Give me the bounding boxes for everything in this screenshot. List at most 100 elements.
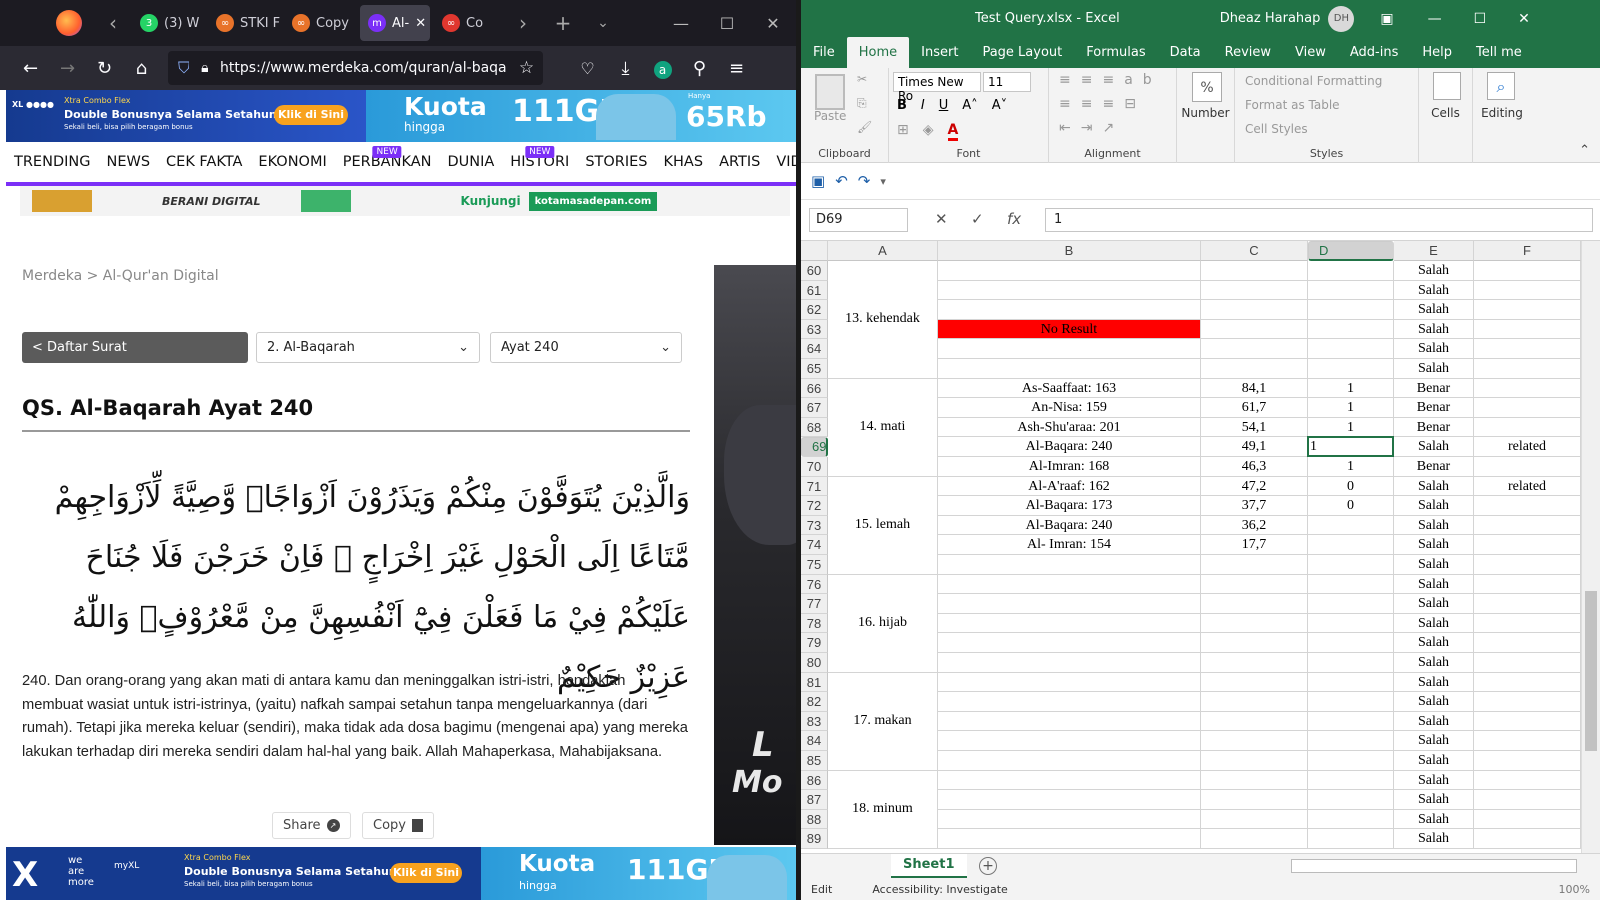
cell-c[interactable]: [1201, 692, 1308, 712]
cell-b[interactable]: [938, 790, 1201, 810]
url-bar[interactable]: ⛉ 🔒︎ https://www.merdeka.com/quran/al-ba…: [168, 51, 543, 85]
ribbon-tab[interactable]: Add-ins: [1338, 37, 1410, 68]
cell-b[interactable]: Al-Baqara: 240: [938, 515, 1201, 536]
merged-cell-a[interactable]: 17. makan: [828, 672, 938, 771]
save-icon[interactable]: ▣: [811, 172, 825, 190]
row-header[interactable]: 75: [801, 555, 828, 575]
cell-e[interactable]: Salah: [1394, 261, 1474, 281]
list-tabs-icon[interactable]: ⌄: [590, 15, 616, 31]
editing-label[interactable]: Editing: [1473, 106, 1531, 120]
row-header[interactable]: 66: [801, 378, 828, 399]
row-header[interactable]: 62: [801, 300, 828, 320]
fill-color-icon[interactable]: ◈: [923, 122, 934, 141]
side-ad-image[interactable]: L Mo: [714, 265, 796, 845]
collapse-ribbon-icon[interactable]: ⌃: [1579, 143, 1590, 158]
close-tab-icon[interactable]: ✕: [415, 16, 426, 31]
formula-input[interactable]: 1: [1045, 208, 1593, 232]
cell-b[interactable]: Al-Imran: 168: [938, 457, 1201, 477]
accessibility-status[interactable]: Accessibility: Investigate: [872, 883, 1008, 896]
ad-klik-button[interactable]: Klik di Sini: [274, 105, 348, 125]
conditional-formatting-button[interactable]: Conditional Formatting: [1245, 74, 1382, 88]
cell-e[interactable]: Salah: [1394, 790, 1474, 810]
cell-f[interactable]: [1474, 731, 1581, 751]
cell-c[interactable]: [1201, 829, 1308, 849]
cell-c[interactable]: [1201, 770, 1308, 791]
cell-c[interactable]: 37,7: [1201, 496, 1308, 516]
cell-f[interactable]: [1474, 339, 1581, 359]
font-color-icon[interactable]: A: [947, 122, 959, 141]
cell-b[interactable]: [938, 300, 1201, 320]
maximize-icon[interactable]: ☐: [704, 14, 750, 33]
minimize-icon[interactable]: —: [1428, 11, 1442, 27]
paste-label[interactable]: Paste: [814, 109, 846, 123]
close-window-icon[interactable]: ✕: [750, 14, 796, 33]
cell-f[interactable]: [1474, 319, 1581, 340]
shrink-font-icon[interactable]: A˅: [992, 98, 1007, 113]
sheet-tab[interactable]: Sheet1: [891, 854, 967, 878]
row-header[interactable]: 76: [801, 574, 828, 595]
close-window-icon[interactable]: ✕: [1518, 11, 1530, 27]
row-header[interactable]: 89: [801, 829, 828, 849]
maximize-icon[interactable]: ☐: [1474, 11, 1487, 27]
extension-a-icon[interactable]: a: [644, 58, 681, 79]
back-icon[interactable]: ←: [12, 58, 49, 79]
enter-formula-icon[interactable]: ✓: [971, 210, 984, 228]
cell-e[interactable]: Salah: [1394, 711, 1474, 732]
cell-e[interactable]: Salah: [1394, 515, 1474, 536]
cell-d[interactable]: [1308, 280, 1394, 301]
row-header[interactable]: 67: [801, 398, 828, 418]
cell-e[interactable]: Salah: [1394, 594, 1474, 614]
grow-font-icon[interactable]: A˄: [962, 98, 977, 113]
add-sheet-icon[interactable]: +: [979, 857, 997, 875]
cell-c[interactable]: 84,1: [1201, 378, 1308, 399]
indent-icons[interactable]: ⇤⇥↗: [1059, 120, 1124, 136]
cell-f[interactable]: [1474, 653, 1581, 673]
cell-c[interactable]: [1201, 300, 1308, 320]
cell-e[interactable]: Benar: [1394, 398, 1474, 418]
cell-b[interactable]: Al-Baqara: 240: [938, 437, 1201, 457]
redo-icon[interactable]: ↷: [858, 172, 871, 190]
cell-d[interactable]: [1308, 790, 1394, 810]
menu-item[interactable]: VIDEO: [768, 154, 796, 170]
cell-f[interactable]: [1474, 378, 1581, 399]
row-header[interactable]: 81: [801, 672, 828, 693]
cell-f[interactable]: [1474, 672, 1581, 693]
row-header[interactable]: 61: [801, 280, 828, 301]
column-header[interactable]: C: [1201, 241, 1308, 261]
cell-b[interactable]: As-Saaffaat: 163: [938, 378, 1201, 399]
menu-item[interactable]: KHAS: [656, 154, 712, 170]
align-top-icons[interactable]: ≡≡≡ab: [1059, 72, 1162, 88]
cell-d[interactable]: [1308, 613, 1394, 634]
row-header[interactable]: 71: [801, 476, 828, 497]
cell-e[interactable]: Salah: [1394, 319, 1474, 340]
menu-item[interactable]: ARTIS: [711, 154, 768, 170]
name-box[interactable]: D69: [809, 208, 908, 232]
cell-e[interactable]: Salah: [1394, 574, 1474, 595]
cell-d[interactable]: 1: [1308, 417, 1394, 438]
row-header[interactable]: 79: [801, 633, 828, 653]
daftar-surat-button[interactable]: < Daftar Surat: [22, 332, 248, 363]
cell-d[interactable]: [1308, 574, 1394, 595]
menu-item[interactable]: EKONOMI: [250, 154, 334, 170]
cell-c[interactable]: [1201, 751, 1308, 771]
cell-f[interactable]: [1474, 829, 1581, 849]
cell-f[interactable]: [1474, 613, 1581, 634]
cell-c[interactable]: 49,1: [1201, 437, 1308, 457]
url-text[interactable]: https://www.merdeka.com/quran/al-baqarah: [220, 60, 507, 76]
cell-f[interactable]: [1474, 496, 1581, 516]
select-all-corner[interactable]: [801, 241, 828, 261]
cell-e[interactable]: Salah: [1394, 437, 1474, 457]
surah-select[interactable]: 2. Al-Baqarah ⌄: [256, 332, 480, 363]
cell-e[interactable]: Salah: [1394, 300, 1474, 320]
search-icon[interactable]: ⌕: [1487, 72, 1515, 100]
cell-b[interactable]: Ash-Shu'araa: 201: [938, 417, 1201, 438]
column-header[interactable]: D: [1308, 241, 1394, 261]
cell-b[interactable]: [938, 809, 1201, 830]
format-as-table-button[interactable]: Format as Table: [1245, 98, 1340, 112]
horizontal-scrollbar[interactable]: [1291, 859, 1577, 873]
ribbon-tab[interactable]: File: [801, 37, 847, 68]
cell-d[interactable]: [1308, 594, 1394, 614]
cell-c[interactable]: [1201, 261, 1308, 281]
cell-b[interactable]: Al- Imran: 154: [938, 535, 1201, 555]
cell-e[interactable]: Salah: [1394, 476, 1474, 497]
